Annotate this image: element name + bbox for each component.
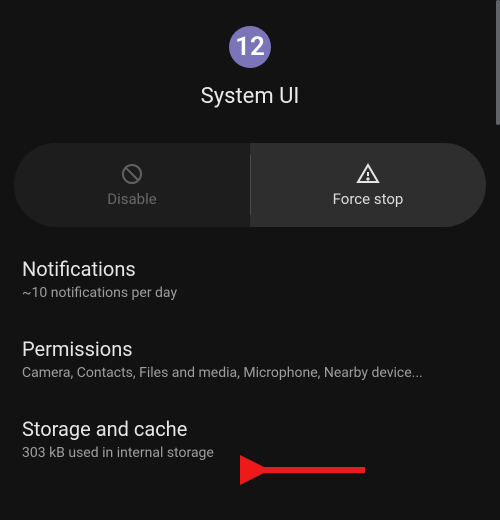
notifications-subtitle: ~10 notifications per day — [22, 285, 478, 301]
disable-label: Disable — [107, 190, 156, 208]
settings-list: Notifications ~10 notifications per day … — [0, 237, 500, 477]
force-stop-button[interactable]: Force stop — [250, 143, 486, 227]
notifications-title: Notifications — [22, 257, 478, 281]
app-icon: 12 — [229, 26, 271, 68]
storage-title: Storage and cache — [22, 417, 478, 441]
disable-button: Disable — [14, 143, 250, 227]
disable-icon — [120, 162, 144, 186]
permissions-item[interactable]: Permissions Camera, Contacts, Files and … — [22, 317, 478, 397]
storage-subtitle: 303 kB used in internal storage — [22, 445, 478, 461]
app-name: System UI — [201, 84, 300, 109]
permissions-subtitle: Camera, Contacts, Files and media, Micro… — [22, 365, 478, 381]
force-stop-label: Force stop — [333, 190, 404, 208]
scroll-indicator — [496, 0, 500, 125]
app-icon-text: 12 — [235, 32, 265, 62]
action-divider — [250, 155, 251, 215]
app-header: 12 System UI — [0, 0, 500, 129]
notifications-item[interactable]: Notifications ~10 notifications per day — [22, 237, 478, 317]
permissions-title: Permissions — [22, 337, 478, 361]
warning-icon — [356, 162, 380, 186]
storage-item[interactable]: Storage and cache 303 kB used in interna… — [22, 397, 478, 477]
action-row: Disable Force stop — [0, 129, 500, 237]
